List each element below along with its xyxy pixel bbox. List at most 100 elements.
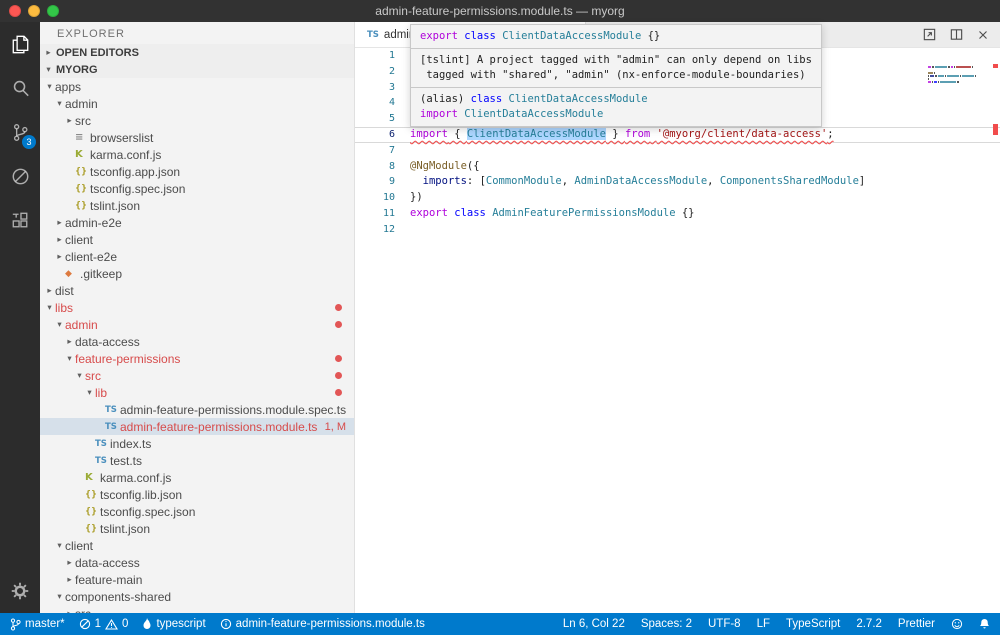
chevron-down-icon[interactable]: ▾ (44, 82, 55, 92)
activity-debug[interactable] (0, 154, 40, 198)
activity-settings[interactable] (0, 569, 40, 613)
status-ts-version[interactable]: 2.7.2 (854, 613, 884, 635)
folder-src[interactable]: ▾src (40, 367, 354, 384)
folder-feature-permissions[interactable]: ▾feature-permissions (40, 350, 354, 367)
line-content: imports: [CommonModule, AdminDataAccessM… (410, 174, 865, 190)
status-git-branch[interactable]: master* (8, 613, 67, 635)
file-tsconfig.app.json[interactable]: {}tsconfig.app.json (40, 163, 354, 180)
folder-feature-main[interactable]: ▸feature-main (40, 571, 354, 588)
status-problems[interactable]: 10 (77, 613, 131, 635)
chevron-right-icon[interactable]: ▸ (54, 235, 65, 245)
file-tsconfig.spec.json[interactable]: {}tsconfig.spec.json (40, 180, 354, 197)
status-typescript-status[interactable]: typescript (140, 613, 207, 635)
folder-components-shared[interactable]: ▾components-shared (40, 588, 354, 605)
close-window-button[interactable] (9, 5, 21, 17)
code-line-8[interactable]: 8@NgModule({ (355, 159, 1000, 175)
file-.gitkeep[interactable]: ◆.gitkeep (40, 265, 354, 282)
folder-src[interactable]: ▸src (40, 112, 354, 129)
close-editor-icon[interactable] (976, 28, 990, 42)
chevron-down-icon[interactable]: ▾ (64, 354, 75, 364)
activity-extensions[interactable] (0, 198, 40, 242)
folder-data-access[interactable]: ▸data-access (40, 333, 354, 350)
chevron-down-icon[interactable]: ▾ (54, 320, 65, 330)
chevron-down-icon[interactable]: ▾ (44, 303, 55, 313)
chevron-down-icon[interactable]: ▾ (74, 371, 85, 381)
chevron-right-icon[interactable]: ▸ (64, 337, 75, 347)
error-dot (335, 355, 342, 362)
folder-dist[interactable]: ▸dist (40, 282, 354, 299)
folder-libs[interactable]: ▾libs (40, 299, 354, 316)
error-dot (335, 389, 342, 396)
chevron-down-icon[interactable]: ▾ (84, 388, 95, 398)
folder-lib[interactable]: ▾lib (40, 384, 354, 401)
activity-source-control[interactable]: 3 (0, 110, 40, 154)
code-line-10[interactable]: 10}) (355, 190, 1000, 206)
status-eol[interactable]: LF (755, 613, 772, 635)
chevron-right-icon[interactable]: ▸ (54, 218, 65, 228)
section-open-editors[interactable]: ▸ OPEN EDITORS (40, 44, 354, 61)
status-language-mode[interactable]: TypeScript (784, 613, 842, 635)
folder-admin-e2e[interactable]: ▸admin-e2e (40, 214, 354, 231)
status-cursor-position[interactable]: Ln 6, Col 22 (561, 613, 627, 635)
minimap[interactable] (928, 51, 982, 86)
folder-client-e2e[interactable]: ▸client-e2e (40, 248, 354, 265)
file-admin-feature-permissions.module.ts[interactable]: TSadmin-feature-permissions.module.ts1, … (40, 418, 354, 435)
folder-src[interactable]: ▸src (40, 605, 354, 613)
file-tslint.json[interactable]: {}tslint.json (40, 197, 354, 214)
overview-ruler[interactable] (990, 48, 1000, 613)
folder-client[interactable]: ▾client (40, 537, 354, 554)
file-index.ts[interactable]: TSindex.ts (40, 435, 354, 452)
code-line-12[interactable]: 12 (355, 222, 1000, 238)
file-karma.conf.js[interactable]: Kkarma.conf.js (40, 146, 354, 163)
tree-item-label: src (75, 114, 91, 128)
file-tslint.json[interactable]: {}tslint.json (40, 520, 354, 537)
line-number: 10 (355, 190, 395, 206)
chevron-right-icon[interactable]: ▸ (54, 252, 65, 262)
status-prettier[interactable]: Prettier (896, 613, 937, 635)
activity-search[interactable] (0, 66, 40, 110)
split-editor-icon[interactable] (949, 27, 964, 42)
code-area[interactable]: 123456import { ClientDataAccessModule } … (355, 48, 1000, 613)
file-tsconfig.spec.json[interactable]: {}tsconfig.spec.json (40, 503, 354, 520)
code-line-7[interactable]: 7 (355, 143, 1000, 159)
open-changes-icon[interactable] (922, 27, 937, 42)
status-indentation[interactable]: Spaces: 2 (639, 613, 694, 635)
minimize-window-button[interactable] (28, 5, 40, 17)
chevron-down-icon[interactable]: ▾ (54, 99, 65, 109)
hover-message-line: [tslint] A project tagged with "admin" c… (420, 53, 812, 68)
file-karma.conf.js[interactable]: Kkarma.conf.js (40, 469, 354, 486)
file-browserslist[interactable]: ≡browserslist (40, 129, 354, 146)
code-token: class (464, 30, 496, 42)
code-line-9[interactable]: 9 imports: [CommonModule, AdminDataAcces… (355, 174, 1000, 190)
chevron-down-icon[interactable]: ▾ (54, 592, 65, 602)
file-tsconfig.lib.json[interactable]: {}tsconfig.lib.json (40, 486, 354, 503)
folder-client[interactable]: ▸client (40, 231, 354, 248)
section-myorg[interactable]: ▾ MYORG (40, 61, 354, 78)
chevron-right-icon[interactable]: ▸ (64, 116, 75, 126)
code-line-6[interactable]: 6import { ClientDataAccessModule } from … (355, 127, 1000, 143)
file-test.ts[interactable]: TStest.ts (40, 452, 354, 469)
chevron-right-icon[interactable]: ▸ (44, 286, 55, 296)
status-notifications[interactable] (977, 613, 992, 635)
file-admin-feature-permissions.module.spec.ts[interactable]: TSadmin-feature-permissions.module.spec.… (40, 401, 354, 418)
zoom-window-button[interactable] (47, 5, 59, 17)
section-label: MYORG (56, 64, 98, 76)
chevron-right-icon[interactable]: ▸ (64, 575, 75, 585)
chevron-down-icon[interactable]: ▾ (54, 541, 65, 551)
chevron-right-icon[interactable]: ▸ (64, 558, 75, 568)
folder-admin[interactable]: ▾admin (40, 95, 354, 112)
status-encoding[interactable]: UTF-8 (706, 613, 743, 635)
activity-explorer[interactable] (0, 22, 40, 66)
status-active-file-info[interactable]: admin-feature-permissions.module.ts (218, 613, 427, 635)
error-dot (335, 372, 342, 379)
folder-admin[interactable]: ▾admin (40, 316, 354, 333)
folder-apps[interactable]: ▾apps (40, 78, 354, 95)
minimap-token (928, 66, 931, 68)
code-token: , (707, 175, 720, 187)
code-line-11[interactable]: 11export class AdminFeaturePermissionsMo… (355, 206, 1000, 222)
status-feedback[interactable] (949, 613, 965, 635)
folder-data-access[interactable]: ▸data-access (40, 554, 354, 571)
bell-icon (979, 618, 990, 630)
tree-item-label: test.ts (110, 454, 142, 468)
tree-item-label: feature-permissions (75, 352, 180, 366)
